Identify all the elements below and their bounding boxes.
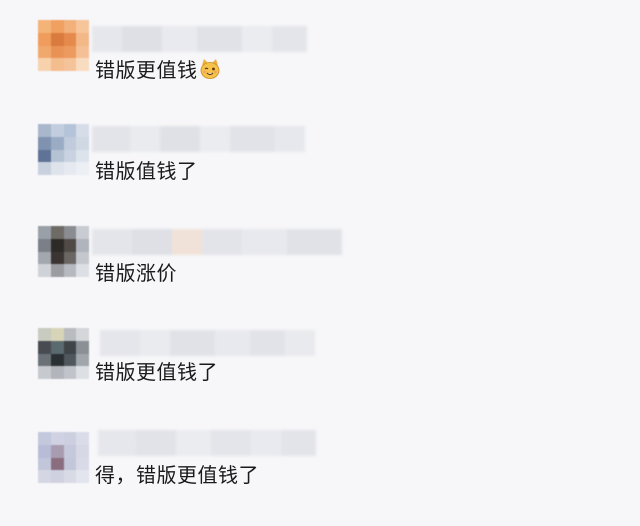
avatar[interactable] [38, 432, 89, 483]
comment-item: 错版涨价 [0, 226, 640, 322]
username-blurred[interactable] [92, 26, 307, 52]
comment-text: 错版值钱了 [95, 159, 198, 183]
comment-text: 错版更值钱了 [95, 360, 218, 384]
comment-text: 错版更值钱 [95, 56, 221, 84]
comment-item: 错版更值钱 [0, 20, 640, 116]
comment-text: 得，错版更值钱了 [95, 463, 259, 487]
avatar[interactable] [38, 124, 89, 175]
comment-text: 错版涨价 [95, 261, 177, 285]
username-blurred[interactable] [98, 430, 316, 456]
username-blurred[interactable] [92, 229, 342, 255]
cat-face-emoji-icon [200, 59, 219, 79]
avatar[interactable] [38, 328, 89, 379]
avatar[interactable] [38, 20, 89, 71]
comment-item: 得，错版更值钱了 [0, 430, 640, 526]
avatar[interactable] [38, 226, 89, 277]
username-blurred[interactable] [100, 330, 315, 356]
comment-item: 错版值钱了 [0, 124, 640, 220]
comment-item: 错版更值钱了 [0, 328, 640, 424]
username-blurred[interactable] [92, 126, 305, 152]
